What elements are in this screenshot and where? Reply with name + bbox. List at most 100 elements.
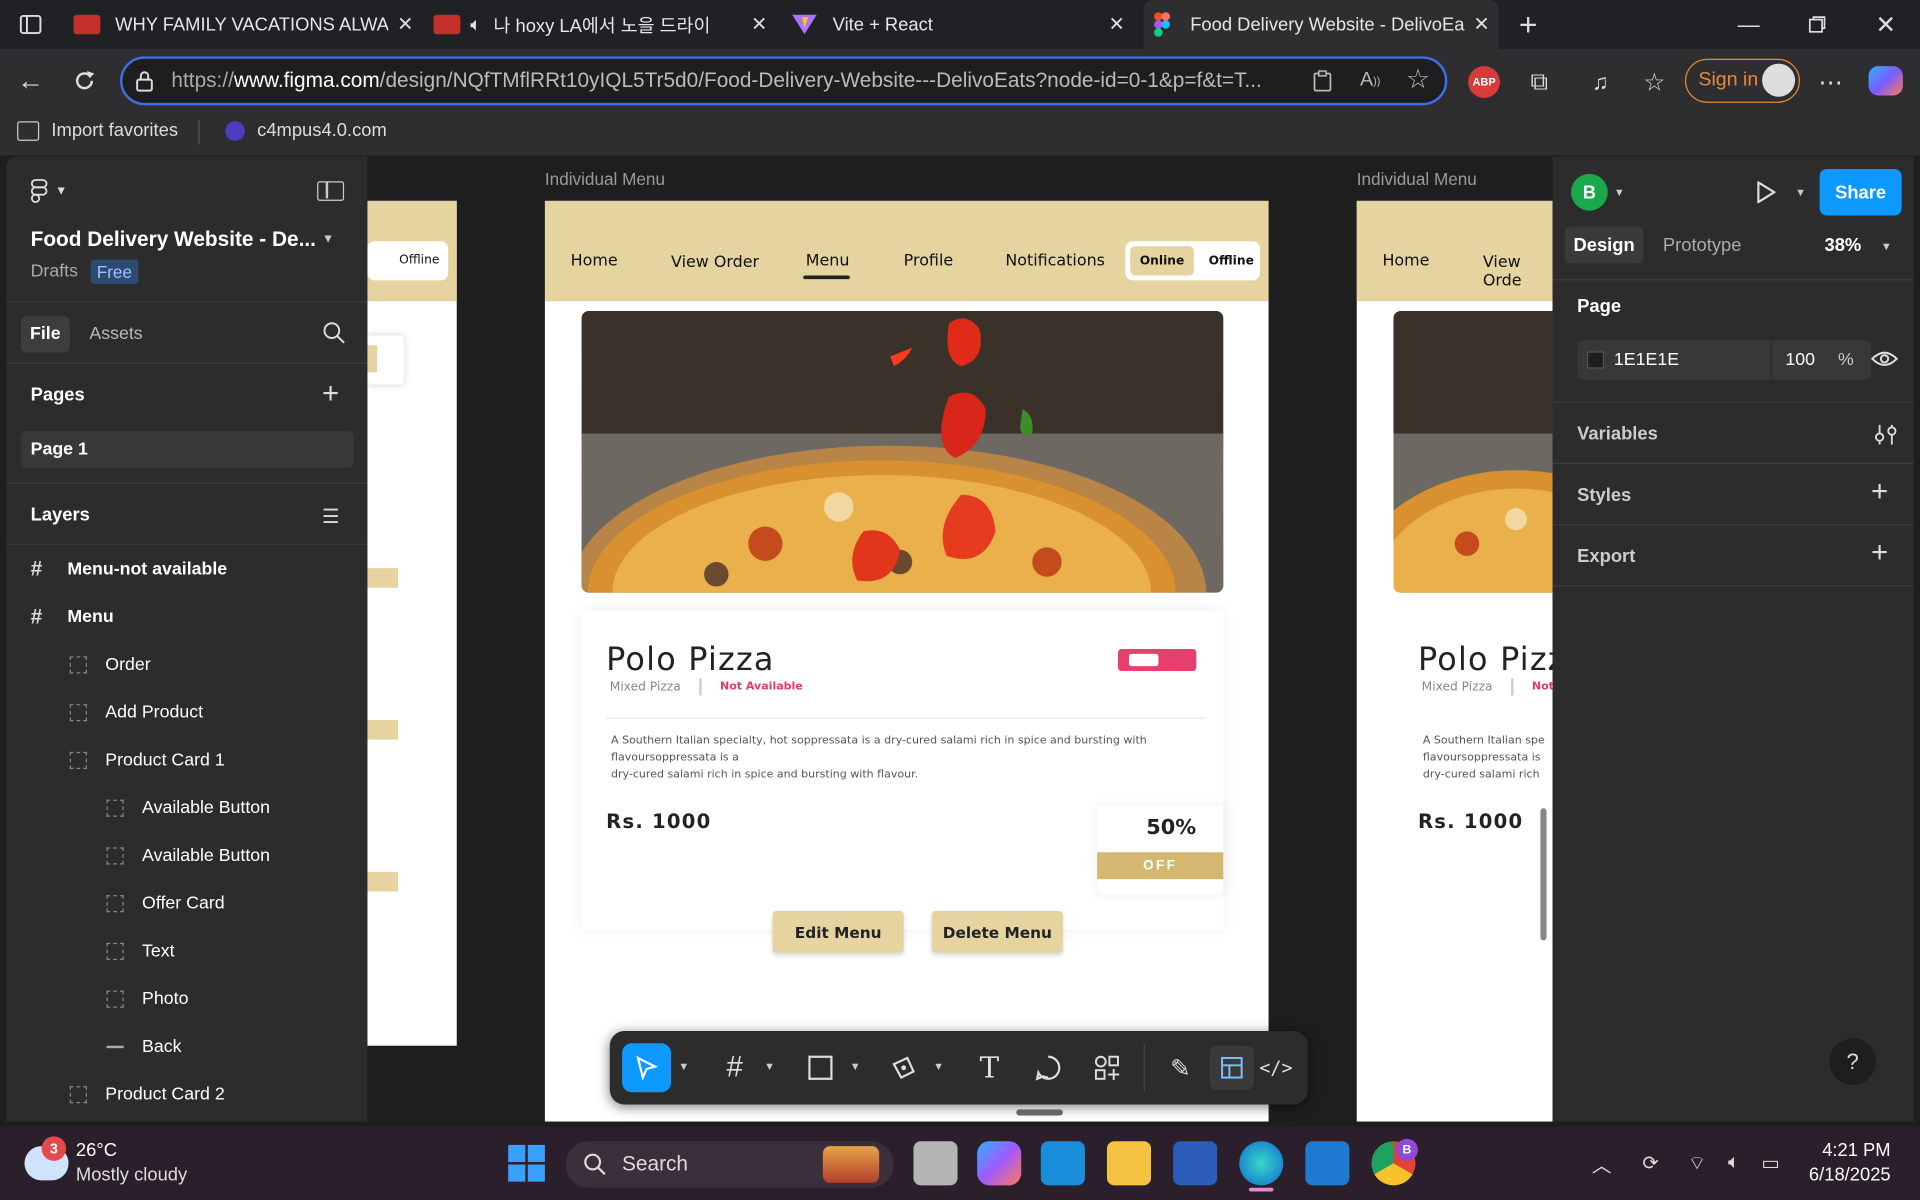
favorite-star-icon[interactable]: ☆ — [1402, 64, 1434, 96]
chevron-up-icon[interactable]: ︿ — [1587, 1149, 1616, 1178]
design-canvas[interactable]: Offline Individual Menu Home View Order … — [367, 156, 1553, 1122]
color-swatch[interactable] — [1586, 351, 1605, 369]
tab-figma[interactable]: Food Delivery Website - DelivoEats ✕ — [1143, 0, 1499, 49]
frame-label[interactable]: Individual Menu — [1357, 169, 1477, 189]
media-icon[interactable]: ♫ — [1585, 66, 1617, 98]
drafts-label[interactable]: Drafts — [31, 262, 78, 282]
present-play-icon[interactable] — [1751, 176, 1780, 208]
close-tab-icon[interactable]: ✕ — [1465, 12, 1499, 36]
nav-home[interactable]: Home — [571, 252, 618, 270]
offline-option[interactable]: Offline — [1209, 255, 1254, 268]
eye-icon[interactable] — [1870, 348, 1899, 376]
favorites-icon[interactable]: ☆ — [1638, 66, 1670, 98]
edge-icon[interactable] — [1239, 1141, 1284, 1186]
layers-filter-icon[interactable]: ☰ — [322, 504, 340, 528]
status-toggle[interactable]: Online Offline — [1125, 241, 1261, 281]
horizontal-scrollbar[interactable] — [1016, 1109, 1063, 1116]
layer-item[interactable]: Available Button — [106, 793, 270, 822]
page-color-value[interactable]: 1E1E1E — [1614, 350, 1679, 370]
import-favorites-link[interactable]: Import favorites — [17, 120, 178, 141]
layer-item[interactable]: Photo — [106, 984, 188, 1013]
tab-youtube-2[interactable]: 🔈︎ 나 hoxy LA에서 노을 드라이 ✕ — [433, 0, 776, 49]
chevron-down-icon[interactable]: ▼ — [1795, 186, 1806, 198]
add-export-icon[interactable]: + — [1871, 536, 1888, 570]
extensions-icon[interactable]: ⧉ — [1523, 66, 1555, 98]
file-title[interactable]: Food Delivery Website - De... — [31, 228, 316, 252]
frame-label[interactable]: Individual Menu — [545, 169, 665, 189]
minimize-icon[interactable]: — — [1731, 7, 1765, 41]
page-color-field[interactable]: 1E1E1E 100 % — [1577, 340, 1872, 380]
vscode-icon[interactable] — [1305, 1141, 1350, 1186]
chevron-down-icon[interactable]: ▼ — [1881, 240, 1892, 252]
availability-toggle[interactable] — [1117, 648, 1197, 672]
file-menu-chevron-icon[interactable]: ▼ — [322, 233, 334, 246]
chevron-down-icon[interactable]: ▼ — [850, 1060, 861, 1072]
online-option[interactable]: Online — [1130, 246, 1194, 276]
task-view-icon[interactable] — [913, 1141, 958, 1186]
taskbar-search[interactable]: Search — [565, 1141, 894, 1188]
variables-icon[interactable] — [1873, 422, 1897, 453]
nav-profile[interactable]: Profile — [904, 252, 953, 270]
windows-start-icon[interactable] — [507, 1144, 546, 1183]
add-page-icon[interactable]: + — [322, 377, 339, 411]
nav-menu[interactable]: Menu — [806, 252, 850, 270]
store-icon[interactable] — [1040, 1141, 1085, 1186]
layer-item[interactable]: Available Button — [106, 841, 270, 870]
sign-in-button[interactable]: Sign in — [1684, 58, 1801, 103]
layer-item[interactable]: Product Card 2 — [69, 1080, 225, 1109]
help-button[interactable]: ? — [1829, 1038, 1876, 1085]
move-tool-icon[interactable] — [622, 1043, 672, 1093]
layer-item[interactable]: Product Card 1 — [69, 746, 225, 775]
chevron-down-icon[interactable]: ▼ — [678, 1060, 689, 1072]
word-icon[interactable] — [1173, 1141, 1218, 1186]
nav-view-order[interactable]: View Orde — [1483, 253, 1553, 290]
comment-tool-icon[interactable] — [1029, 1048, 1068, 1087]
frame-menu-not-available-partial[interactable]: Offline — [367, 200, 457, 1046]
chevron-down-icon[interactable]: ▼ — [1614, 186, 1625, 198]
weather-condition[interactable]: Mostly cloudy — [76, 1164, 187, 1185]
layer-item[interactable]: Text — [106, 937, 175, 966]
copilot-icon[interactable] — [1868, 66, 1903, 96]
weather-temp[interactable]: 26°C — [76, 1140, 117, 1161]
url-input[interactable]: https://www.figma.com/design/NQfTMflRRt1… — [120, 56, 1448, 106]
chevron-down-icon[interactable]: ▼ — [933, 1060, 944, 1072]
tab-vite[interactable]: Vite + React ✕ — [791, 0, 1134, 49]
refresh-icon[interactable] — [66, 64, 103, 98]
clock-time[interactable]: 4:21 PM — [1810, 1140, 1890, 1161]
edit-menu-button[interactable]: Edit Menu — [772, 911, 904, 953]
close-tab-icon[interactable]: ✕ — [742, 12, 776, 36]
main-menu-button[interactable]: ▼ — [30, 179, 67, 203]
chevron-down-icon[interactable]: ▼ — [764, 1060, 775, 1072]
page-opacity-value[interactable]: 100 — [1785, 350, 1815, 370]
sync-icon[interactable]: ⟳ — [1636, 1149, 1665, 1178]
draw-tool-icon[interactable]: ✎ — [1161, 1048, 1200, 1087]
close-tab-icon[interactable]: ✕ — [1100, 12, 1134, 36]
design-mode-icon[interactable] — [1209, 1045, 1254, 1090]
battery-icon[interactable]: ▭ — [1756, 1149, 1785, 1178]
c4mpus-link[interactable]: c4mpus4.0.com — [225, 120, 387, 141]
layer-item[interactable]: Order — [69, 650, 151, 679]
collapse-panel-icon[interactable] — [317, 181, 345, 201]
styles-heading[interactable]: Styles — [1577, 485, 1631, 506]
clock-date[interactable]: 6/18/2025 — [1795, 1164, 1891, 1185]
canvas-scrollbar[interactable] — [1540, 808, 1547, 941]
rectangle-tool-icon[interactable] — [801, 1048, 840, 1087]
zoom-level[interactable]: 38% — [1825, 235, 1862, 256]
back-icon[interactable]: ← — [12, 64, 49, 98]
add-style-icon[interactable]: + — [1871, 475, 1888, 509]
close-tab-icon[interactable]: ✕ — [388, 12, 422, 36]
user-avatar[interactable]: B — [1571, 173, 1608, 211]
layer-item[interactable]: # Menu — [31, 602, 114, 631]
layer-item[interactable]: Back — [106, 1032, 182, 1061]
restore-icon[interactable] — [1800, 7, 1834, 41]
tab-actions-icon[interactable] — [15, 10, 47, 39]
volume-icon[interactable]: 🔈︎ — [1719, 1149, 1748, 1178]
adblock-icon[interactable]: ABP — [1468, 66, 1501, 98]
tab-file[interactable]: File — [20, 315, 70, 353]
dev-mode-icon[interactable]: </> — [1256, 1048, 1295, 1087]
components-tool-icon[interactable] — [1087, 1048, 1126, 1087]
layer-item[interactable]: Add Product — [69, 698, 203, 727]
export-heading[interactable]: Export — [1577, 546, 1635, 567]
share-button[interactable]: Share — [1819, 168, 1902, 216]
tab-prototype[interactable]: Prototype — [1663, 235, 1742, 256]
